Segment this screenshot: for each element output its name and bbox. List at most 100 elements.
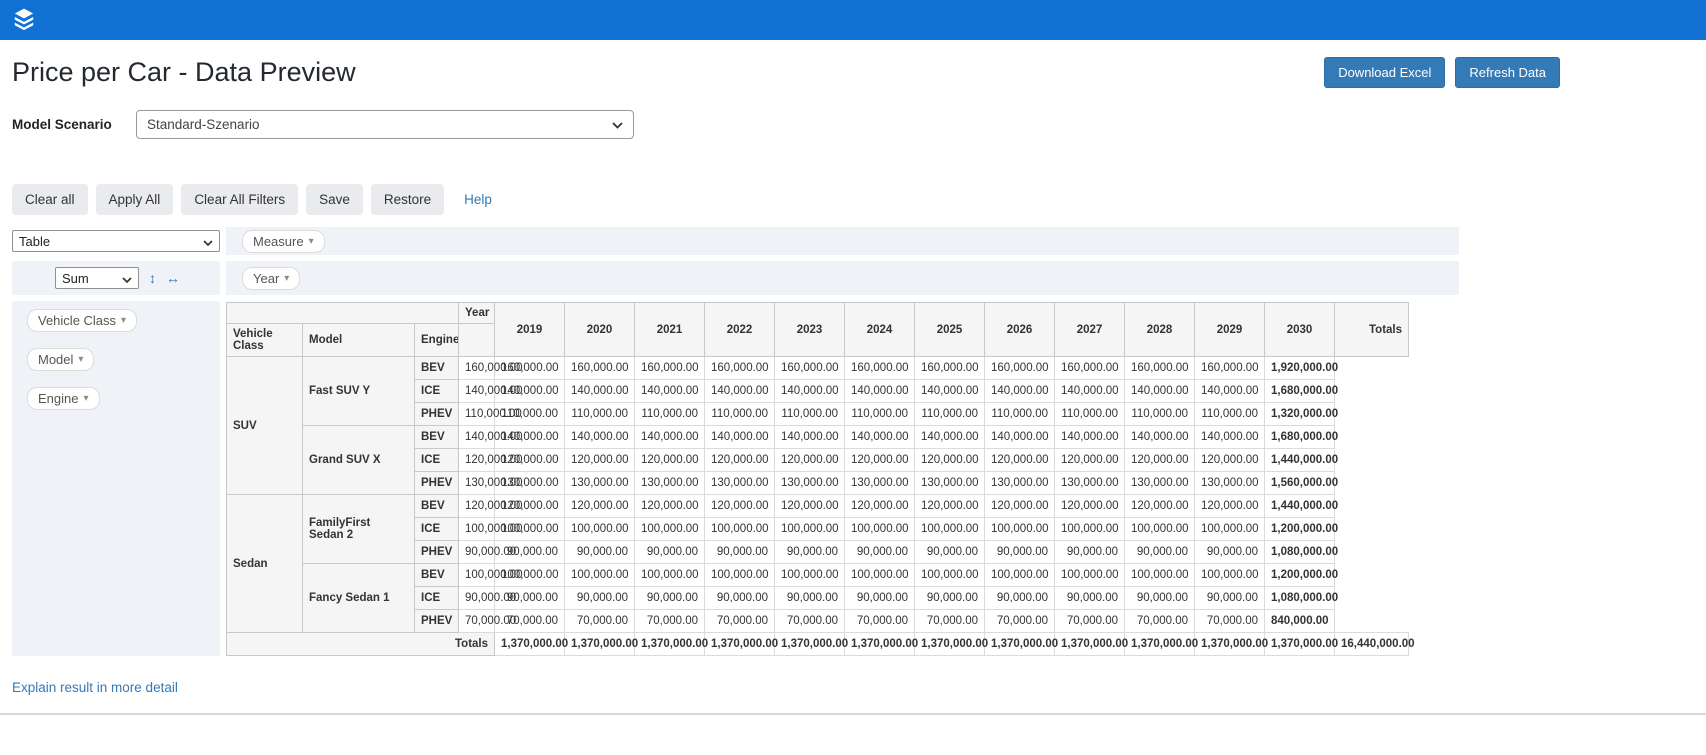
value-cell-2029: 100,000.00 [1125, 518, 1195, 541]
year-col-label-2021: 2021 [635, 303, 705, 357]
value-cell-2019: 100,000.00 [459, 564, 495, 587]
year-col-label-2026: 2026 [985, 303, 1055, 357]
value-cell-2022: 130,000.00 [635, 472, 705, 495]
totals-value-cell-2023: 1,370,000.00 [775, 633, 845, 656]
value-cell-2023: 110,000.00 [705, 403, 775, 426]
value-cell-2024: 130,000.00 [775, 472, 845, 495]
filter-triangle-icon[interactable]: ▾ [309, 236, 314, 247]
row-label-vehicle-class: SUV [227, 357, 303, 495]
value-cell-2027: 140,000.00 [985, 380, 1055, 403]
restore-button[interactable]: Restore [371, 184, 444, 215]
renderer-select[interactable]: Table [12, 230, 220, 252]
year-col-label-2020: 2020 [565, 303, 635, 357]
filter-triangle-icon[interactable]: ▾ [284, 273, 289, 284]
value-cell-2020: 110,000.00 [495, 403, 565, 426]
value-cell-2023: 100,000.00 [705, 564, 775, 587]
value-cell-2025: 120,000.00 [845, 495, 915, 518]
value-cell-2029: 140,000.00 [1125, 426, 1195, 449]
top-navbar [0, 0, 1706, 40]
value-cell-2021: 110,000.00 [565, 403, 635, 426]
value-cell-2022: 120,000.00 [635, 495, 705, 518]
filter-triangle-icon[interactable]: ▾ [121, 315, 126, 326]
row-axis-label-vehicle-class: Vehicle Class [227, 324, 303, 357]
value-cell-2029: 100,000.00 [1125, 564, 1195, 587]
value-cell-2030: 110,000.00 [1195, 403, 1265, 426]
clear-all-button[interactable]: Clear all [12, 184, 88, 215]
filter-triangle-icon[interactable]: ▾ [83, 393, 88, 404]
totals-value-cell-2026: 1,370,000.00 [985, 633, 1055, 656]
value-cell-2022: 120,000.00 [635, 449, 705, 472]
value-cell-2023: 160,000.00 [705, 357, 775, 380]
table-row: SUVFast SUV YBEV160,000.00160,000.00160,… [227, 357, 1409, 380]
value-cell-2028: 90,000.00 [1055, 541, 1125, 564]
field-pill-measure[interactable]: Measure ▾ [242, 230, 325, 253]
renderer-selected-value: Table [19, 234, 50, 249]
row-axis-label-engine: Engine [415, 324, 459, 357]
field-pill-model[interactable]: Model ▾ [27, 348, 94, 371]
layers-icon[interactable] [10, 6, 38, 34]
value-cell-2030: 140,000.00 [1195, 380, 1265, 403]
col-order-toggle leftright-arrow-icon[interactable]: ↔ [166, 270, 180, 286]
value-cell-2022: 160,000.00 [635, 357, 705, 380]
row-order-toggle updown-arrow-icon[interactable]: ↕ [149, 270, 156, 286]
value-cell-2027: 130,000.00 [985, 472, 1055, 495]
field-pill-engine[interactable]: Engine ▾ [27, 387, 100, 410]
clear-all-filters-button[interactable]: Clear All Filters [181, 184, 298, 215]
field-pill-vehicle-class[interactable]: Vehicle Class ▾ [27, 309, 137, 332]
row-label-engine: ICE [415, 380, 459, 403]
value-cell-2020: 160,000.00 [495, 357, 565, 380]
year-col-label-2024: 2024 [845, 303, 915, 357]
page-title: Price per Car - Data Preview [12, 57, 356, 88]
value-cell-2026: 160,000.00 [915, 357, 985, 380]
field-pill-label: Model [38, 352, 73, 367]
aggregator-select[interactable]: Sum [55, 267, 139, 289]
value-cell-2019: 110,000.00 [459, 403, 495, 426]
explain-result-link[interactable]: Explain result in more detail [12, 680, 178, 695]
table-row: SedanFamilyFirst Sedan 2BEV120,000.00120… [227, 495, 1409, 518]
value-cell-2025: 100,000.00 [845, 564, 915, 587]
year-col-label-2022: 2022 [705, 303, 775, 357]
value-cell-2027: 100,000.00 [985, 518, 1055, 541]
value-cell-2027: 120,000.00 [985, 449, 1055, 472]
value-cell-2021: 90,000.00 [565, 541, 635, 564]
refresh-data-button[interactable]: Refresh Data [1455, 57, 1560, 88]
value-cell-2023: 120,000.00 [705, 495, 775, 518]
value-cell-2026: 120,000.00 [915, 495, 985, 518]
pivot-toolbar: Clear all Apply All Clear All Filters Sa… [12, 184, 1694, 215]
chevron-down-icon [612, 117, 623, 132]
row-total-cell: 1,680,000.00 [1265, 426, 1335, 449]
value-cell-2021: 130,000.00 [565, 472, 635, 495]
field-pill-year[interactable]: Year ▾ [242, 267, 300, 290]
col-axis-label: Year [459, 303, 495, 324]
value-cell-2030: 70,000.00 [1195, 610, 1265, 633]
pivot-ui: Table Measure ▾ Sum ↕ ↔ [12, 227, 1459, 656]
value-cell-2023: 90,000.00 [705, 587, 775, 610]
value-cell-2023: 120,000.00 [705, 449, 775, 472]
save-button[interactable]: Save [306, 184, 363, 215]
download-excel-button[interactable]: Download Excel [1324, 57, 1445, 88]
value-cell-2020: 140,000.00 [495, 380, 565, 403]
value-cell-2022: 110,000.00 [635, 403, 705, 426]
filter-triangle-icon[interactable]: ▾ [78, 354, 83, 365]
totals-value-cell-2024: 1,370,000.00 [845, 633, 915, 656]
row-label-engine: BEV [415, 357, 459, 380]
help-link[interactable]: Help [464, 192, 492, 207]
value-cell-2019: 120,000.00 [459, 449, 495, 472]
value-cell-2025: 130,000.00 [845, 472, 915, 495]
value-cell-2022: 90,000.00 [635, 541, 705, 564]
row-total-cell: 1,200,000.00 [1265, 564, 1335, 587]
value-cell-2025: 120,000.00 [845, 449, 915, 472]
apply-all-button[interactable]: Apply All [96, 184, 174, 215]
model-scenario-select[interactable]: Standard-Szenario [136, 110, 634, 139]
value-cell-2023: 130,000.00 [705, 472, 775, 495]
value-cell-2020: 140,000.00 [495, 426, 565, 449]
value-cell-2021: 90,000.00 [565, 587, 635, 610]
value-cell-2026: 70,000.00 [915, 610, 985, 633]
aggregator-selected-value: Sum [62, 271, 89, 286]
row-total-cell: 1,320,000.00 [1265, 403, 1335, 426]
value-cell-2024: 100,000.00 [775, 564, 845, 587]
value-cell-2021: 140,000.00 [565, 380, 635, 403]
model-scenario-selected-value: Standard-Szenario [147, 117, 260, 132]
grand-total-cell: 16,440,000.00 [1335, 633, 1409, 656]
row-label-engine: PHEV [415, 403, 459, 426]
